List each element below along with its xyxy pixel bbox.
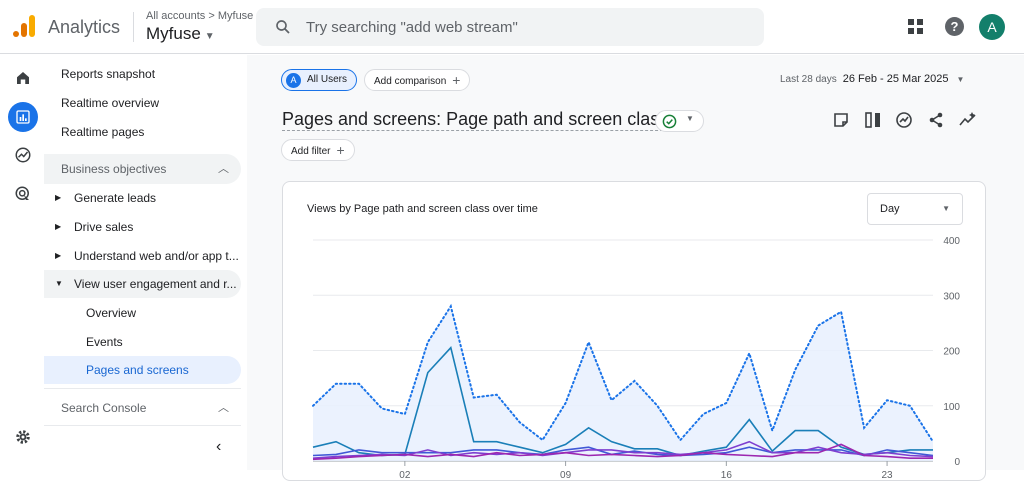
divider <box>44 425 241 426</box>
analytics-logo-icon[interactable] <box>12 14 36 38</box>
nav-events[interactable]: Events <box>44 328 241 356</box>
segment-letter: A <box>286 72 301 88</box>
left-rail <box>0 55 44 470</box>
insights-icon[interactable] <box>895 111 913 129</box>
add-filter-button[interactable]: Add filter + <box>281 139 355 161</box>
y-tick-label: 0 <box>954 457 960 468</box>
section-search-console[interactable]: Search Console ︿ <box>44 393 241 423</box>
date-range-value: 26 Feb - 25 Mar 2025 <box>842 73 949 85</box>
nav-pages-and-screens[interactable]: Pages and screens <box>44 356 241 384</box>
x-tick-label: 23 <box>882 470 894 481</box>
expand-arrow-icon: ▶ <box>55 251 62 260</box>
compare-icon[interactable] <box>864 111 882 129</box>
settings-gear-icon[interactable] <box>8 422 38 452</box>
caret-down-icon: ▼ <box>686 114 694 123</box>
page-title[interactable]: Pages and screens: Page path and screen … <box>282 109 669 131</box>
chart-card: Views by Page path and screen class over… <box>282 181 986 481</box>
check-circle-icon <box>662 114 677 129</box>
y-tick-label: 400 <box>943 236 960 247</box>
property-selector[interactable]: Myfuse ▼ <box>146 24 215 44</box>
property-name: Myfuse <box>146 24 201 43</box>
nav-understand-traffic[interactable]: ▶ Understand web and/or app t... <box>44 242 241 270</box>
search-input[interactable]: Try searching "add web stream" <box>256 8 764 46</box>
divider <box>44 388 241 389</box>
plus-icon: + <box>452 72 461 88</box>
data-quality-chip[interactable]: ▼ <box>655 110 704 132</box>
y-tick-label: 300 <box>943 291 960 302</box>
y-tick-label: 200 <box>943 347 960 358</box>
chevron-up-icon: ︿ <box>218 402 229 414</box>
nav-realtime-pages[interactable]: Realtime pages <box>61 119 144 145</box>
line-chart[interactable]: 0 100 200 300 400 02 09 16 23 <box>283 182 987 482</box>
search-placeholder: Try searching "add web stream" <box>306 19 518 36</box>
x-tick-label: 02 <box>399 470 411 481</box>
nav-generate-leads[interactable]: ▶ Generate leads <box>44 184 241 212</box>
nav-reports-snapshot[interactable]: Reports snapshot <box>61 61 155 87</box>
segment-chip-all-users[interactable]: A All Users <box>281 69 358 91</box>
report-navigation: Reports snapshot Realtime overview Realt… <box>44 55 247 470</box>
expand-arrow-icon: ▶ <box>55 193 62 202</box>
add-comparison-button[interactable]: Add comparison + <box>364 69 471 91</box>
top-bar: Analytics All accounts > Myfuse Myfuse ▼ … <box>0 0 1024 54</box>
plus-icon: + <box>336 142 345 158</box>
date-range-label: Last 28 days <box>780 74 837 85</box>
share-icon[interactable] <box>927 111 945 129</box>
nav-group-label: Understand web and/or app t... <box>74 249 239 263</box>
nav-overview[interactable]: Overview <box>44 299 241 327</box>
nav-view-user-engagement[interactable]: ▼ View user engagement and r... <box>44 270 241 298</box>
help-icon[interactable]: ? <box>945 17 964 36</box>
avatar[interactable]: A <box>979 14 1005 40</box>
date-range-picker[interactable]: Last 28 days 26 Feb - 25 Mar 2025 ▼ <box>780 73 964 85</box>
collapse-nav-icon[interactable]: ‹ <box>216 438 221 456</box>
x-tick-label: 16 <box>721 470 733 481</box>
caret-down-icon: ▼ <box>204 31 215 42</box>
nav-group-label: Generate leads <box>74 191 157 205</box>
home-icon[interactable] <box>8 63 38 93</box>
expand-arrow-icon: ▶ <box>55 222 62 231</box>
reports-icon[interactable] <box>8 102 38 132</box>
explore-icon[interactable] <box>8 140 38 170</box>
chevron-up-icon: ︿ <box>218 163 229 175</box>
search-icon <box>276 20 290 34</box>
apps-grid-icon[interactable] <box>907 18 924 35</box>
app-name: Analytics <box>48 17 121 37</box>
section-label: Business objectives <box>61 162 167 176</box>
nav-group-label: Drive sales <box>74 220 134 234</box>
anomaly-insights-icon[interactable] <box>959 111 977 129</box>
nav-drive-sales[interactable]: ▶ Drive sales <box>44 213 241 241</box>
caret-down-icon: ▼ <box>956 75 965 84</box>
section-business-objectives[interactable]: Business objectives ︿ <box>44 154 241 184</box>
breadcrumb[interactable]: All accounts > Myfuse <box>146 10 253 22</box>
section-label: Search Console <box>61 401 147 415</box>
add-filter-label: Add filter <box>291 146 331 157</box>
nav-group-label: View user engagement and r... <box>74 277 237 291</box>
nav-realtime-overview[interactable]: Realtime overview <box>61 90 159 116</box>
collapse-arrow-icon: ▼ <box>55 279 63 288</box>
y-tick-label: 100 <box>943 402 960 413</box>
advertising-icon[interactable] <box>8 179 38 209</box>
add-comparison-label: Add comparison <box>374 76 447 87</box>
divider <box>133 12 134 42</box>
segment-label: All Users <box>307 74 348 85</box>
x-tick-label: 09 <box>560 470 572 481</box>
main-content: A All Users Add comparison + Last 28 days… <box>247 55 1024 481</box>
series-area <box>313 306 933 461</box>
customize-report-icon[interactable] <box>832 111 850 129</box>
